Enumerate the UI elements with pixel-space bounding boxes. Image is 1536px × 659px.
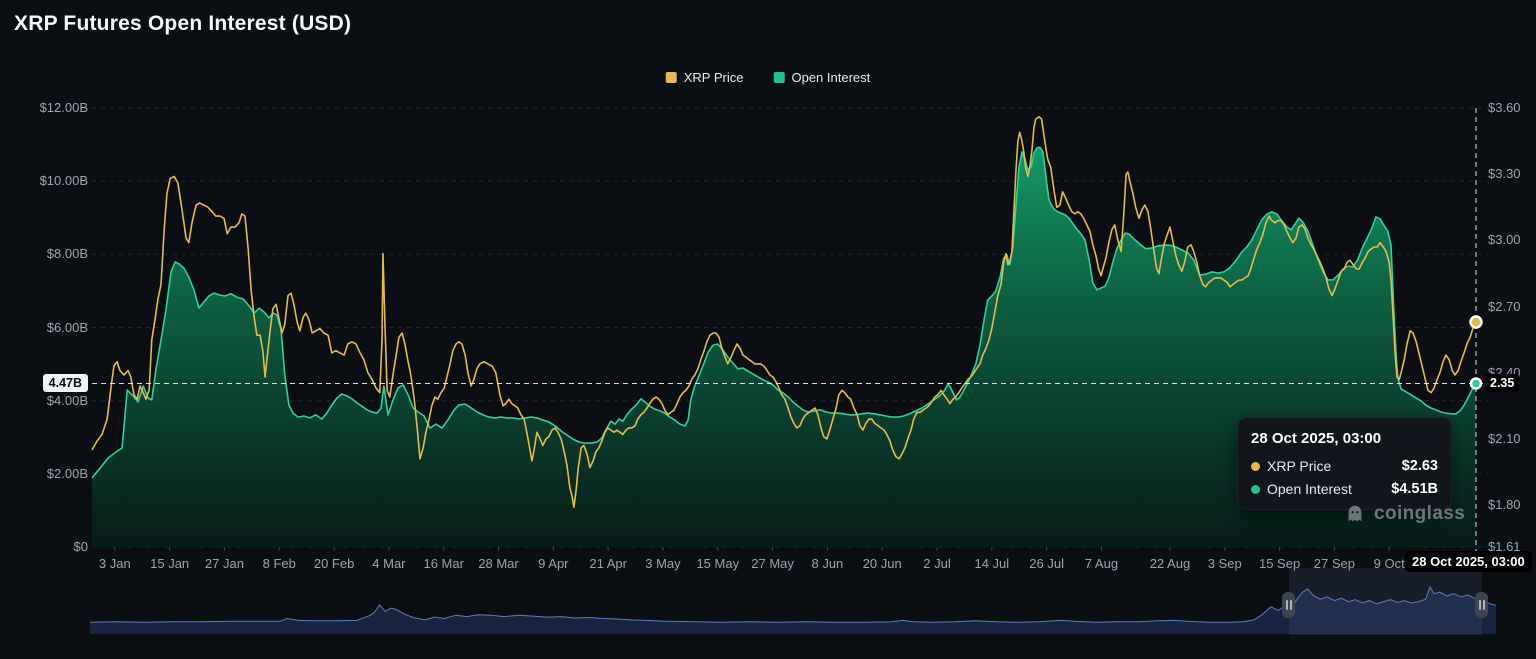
right-axis-tick: $1.80 (1488, 497, 1521, 512)
left-axis-tick: $4.00B (47, 393, 88, 408)
left-axis-tick: $6.00B (47, 320, 88, 335)
legend-item-xrp-price[interactable]: XRP Price (666, 70, 744, 85)
x-axis-tick: 26 Jul (1029, 556, 1064, 571)
xrp-price-dot-icon (1251, 462, 1260, 471)
left-axis-tick: $12.00B (40, 100, 88, 115)
navigator-handle-right[interactable] (1475, 592, 1488, 618)
watermark-text: coinglass (1374, 503, 1465, 525)
right-axis-tick: $3.00 (1488, 232, 1521, 247)
xrp-price-swatch-icon (666, 72, 677, 83)
x-axis-tick: 8 Feb (263, 556, 296, 571)
x-axis-tick: 15 Jan (150, 556, 189, 571)
right-axis-tick: $3.30 (1488, 166, 1521, 181)
tooltip-label: Open Interest (1267, 481, 1352, 497)
x-axis-tick: 22 Aug (1150, 556, 1191, 571)
x-axis-tick: 20 Jun (863, 556, 902, 571)
legend-label-xrp-price: XRP Price (684, 70, 744, 85)
tooltip-label: XRP Price (1267, 458, 1331, 474)
crosshair-date-badge: 28 Oct 2025, 03:00 (1405, 551, 1532, 572)
x-axis-tick: 14 Jul (974, 556, 1009, 571)
x-axis-tick: 3 Sep (1208, 556, 1242, 571)
right-axis-tick: $3.60 (1488, 100, 1521, 115)
tooltip-value: $4.51B (1391, 481, 1438, 497)
right-axis-tick: $2.70 (1488, 299, 1521, 314)
x-axis-tick: 2 Jul (923, 556, 950, 571)
tooltip-row-open-interest: Open Interest $4.51B (1251, 481, 1438, 497)
left-axis-tick: $8.00B (47, 246, 88, 261)
x-axis-tick: 15 May (696, 556, 739, 571)
navigator-selection[interactable] (1289, 568, 1482, 635)
tooltip-value: $2.63 (1402, 458, 1438, 474)
x-axis-tick: 7 Aug (1085, 556, 1118, 571)
x-axis-tick: 9 Apr (538, 556, 568, 571)
right-axis-tick: $2.10 (1488, 431, 1521, 446)
tooltip-title: 28 Oct 2025, 03:00 (1251, 430, 1438, 447)
x-axis-tick: 27 May (751, 556, 794, 571)
left-axis-tick: $10.00B (40, 173, 88, 188)
x-axis-tick: 3 May (645, 556, 680, 571)
x-axis-tick: 8 Jun (811, 556, 843, 571)
x-axis-tick: 3 Jan (99, 556, 131, 571)
x-axis-tick: 4 Mar (372, 556, 405, 571)
x-axis-tick: 16 Mar (423, 556, 463, 571)
chart-panel: XRP Futures Open Interest (USD) XRP Pric… (0, 0, 1536, 659)
legend-item-open-interest[interactable]: Open Interest (773, 70, 870, 85)
open-interest-dot-icon (1251, 485, 1260, 494)
crosshair-right-value-badge: 2.35 (1485, 374, 1519, 392)
x-axis-tick: 28 Mar (478, 556, 518, 571)
x-axis-tick: 20 Feb (314, 556, 354, 571)
navigator-handle-left[interactable] (1282, 592, 1295, 618)
chart-tooltip: 28 Oct 2025, 03:00 XRP Price $2.63 Open … (1237, 417, 1452, 510)
open-interest-swatch-icon (773, 72, 784, 83)
tooltip-row-xrp-price: XRP Price $2.63 (1251, 458, 1438, 474)
watermark: coinglass (1344, 503, 1465, 525)
x-axis-tick: 27 Jan (205, 556, 244, 571)
legend-label-open-interest: Open Interest (791, 70, 870, 85)
left-axis-tick: $0 (74, 539, 88, 554)
crosshair-left-value-badge: 4.47B (43, 374, 88, 392)
x-axis-tick: 21 Apr (589, 556, 627, 571)
legend: XRP Price Open Interest (666, 70, 871, 85)
coinglass-logo-icon (1344, 503, 1366, 525)
left-axis-tick: $2.00B (47, 466, 88, 481)
